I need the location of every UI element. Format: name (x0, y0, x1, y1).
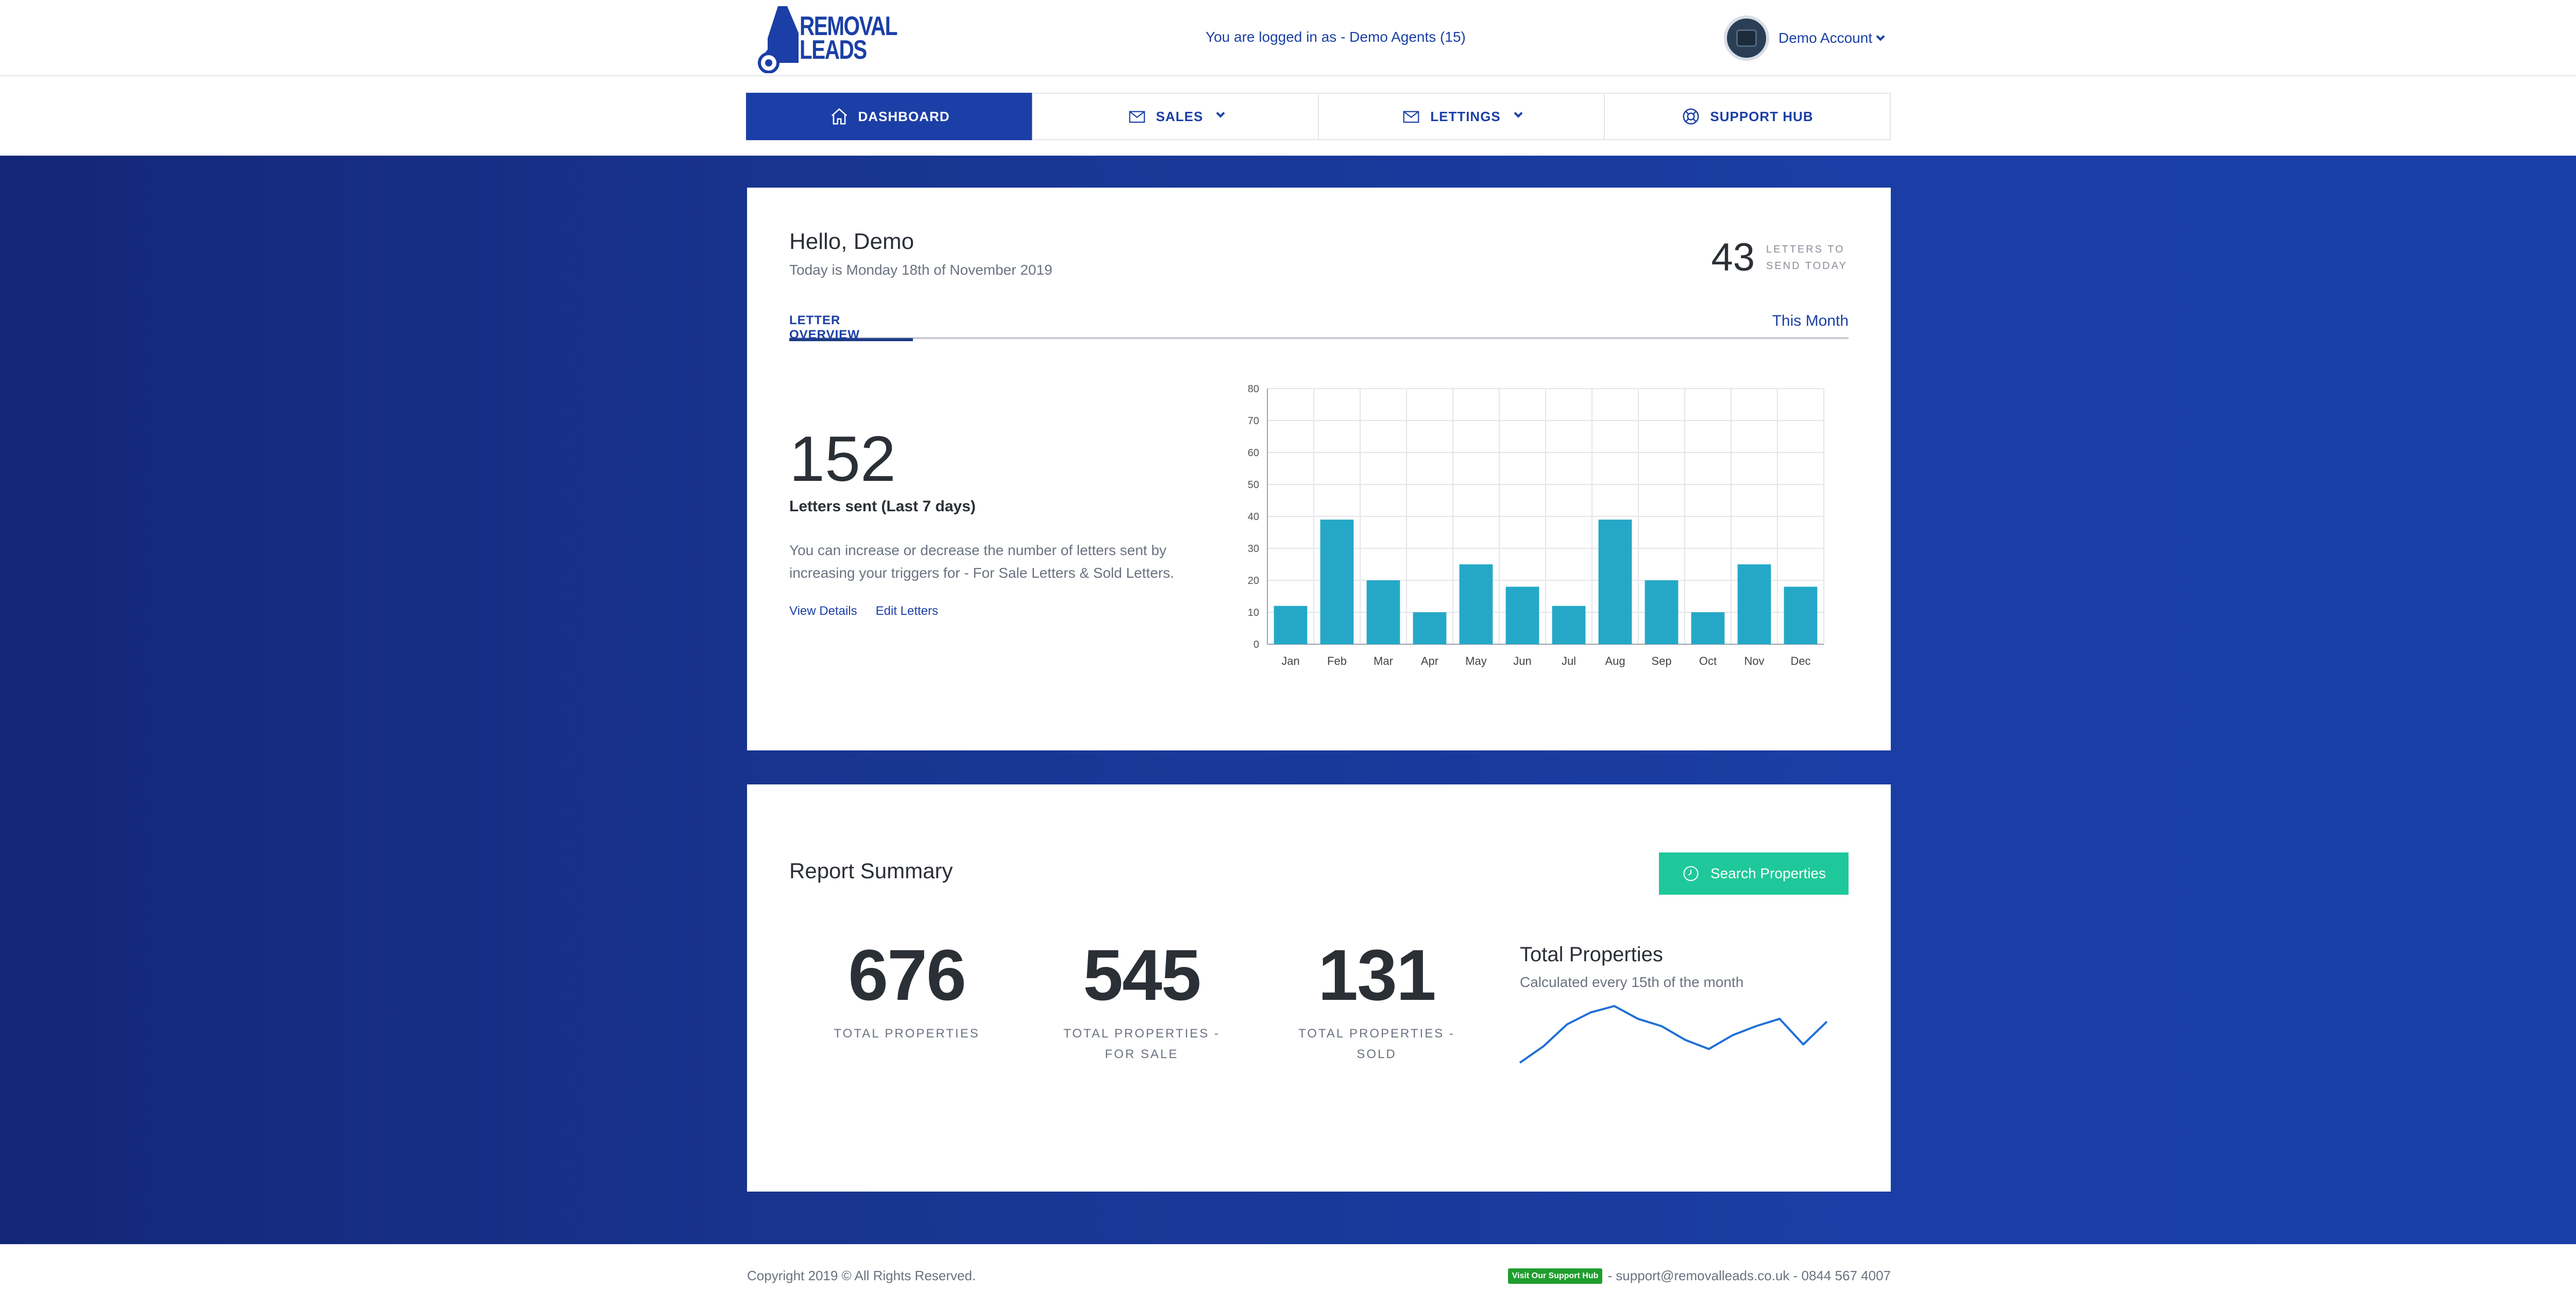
footer: Copyright 2019 © All Rights Reserved. Vi… (0, 1244, 2576, 1306)
x-tick-label: Jun (1513, 655, 1531, 667)
x-tick-label: Jan (1281, 655, 1299, 667)
chevron-down-icon (1514, 109, 1523, 118)
clock-icon (1683, 866, 1699, 881)
lifebuoy-icon (1683, 108, 1699, 125)
y-tick-label: 70 (1248, 415, 1259, 427)
x-tick-label: Oct (1699, 655, 1717, 667)
logo-line-2: LEADS (800, 35, 867, 65)
chevron-down-icon (1216, 109, 1225, 118)
stat-sold: 131 TOTAL PROPERTIES - SOLD (1294, 939, 1459, 1065)
y-tick-label: 0 (1253, 639, 1259, 650)
bar-sep (1645, 580, 1679, 644)
letters-today-count: 43 (1711, 236, 1755, 279)
overview-links: View Details Edit Letters (789, 604, 938, 618)
bar-feb (1320, 520, 1354, 644)
copyright: Copyright 2019 © All Rights Reserved. (747, 1268, 976, 1283)
sparkline-path (1519, 1005, 1828, 1064)
stat-value: 545 (1083, 934, 1201, 1015)
stat-value: 131 (1318, 934, 1436, 1015)
stat-label: TOTAL PROPERTIES (834, 1027, 980, 1041)
nav-support-hub[interactable]: SUPPORT HUB (1604, 93, 1891, 140)
footer-contact: Visit Our Support Hub - support@removall… (1507, 1268, 1891, 1284)
x-tick-label: Dec (1790, 655, 1810, 667)
x-tick-label: Feb (1327, 655, 1347, 667)
bar-may (1459, 564, 1493, 644)
report-title: Report Summary (789, 859, 953, 883)
nav-dashboard[interactable]: DASHBOARD (746, 93, 1033, 140)
home-icon (831, 108, 847, 125)
bar-jun (1505, 587, 1539, 644)
nav-lettings-label: LETTINGS (1430, 108, 1501, 124)
top-header: REMOVAL LEADS You are logged in as - Dem… (0, 0, 2576, 76)
greeting: Hello, Demo (789, 229, 914, 254)
bar-oct (1691, 612, 1725, 644)
stat-label: TOTAL PROPERTIES - FOR SALE (1063, 1027, 1220, 1061)
logged-in-status: You are logged in as - Demo Agents (15) (1206, 29, 1466, 45)
y-tick-label: 40 (1248, 511, 1259, 523)
y-tick-label: 60 (1248, 447, 1259, 459)
total-properties-subtitle: Calculated every 15th of the month (1520, 974, 1744, 990)
total-properties-title: Total Properties (1520, 943, 1663, 966)
x-tick-label: May (1465, 655, 1487, 667)
bar-jan (1274, 606, 1308, 644)
letters-today: 43 LETTERS TO SEND TODAY (1711, 235, 1849, 280)
letters-today-label: LETTERS TO SEND TODAY (1766, 243, 1848, 272)
avatar (1724, 15, 1769, 61)
edit-letters-link[interactable]: Edit Letters (876, 604, 938, 618)
y-tick-label: 10 (1248, 607, 1259, 618)
envelope-icon (1403, 111, 1419, 123)
bar-nov (1737, 564, 1771, 644)
bar-aug (1598, 520, 1632, 644)
main-nav: DASHBOARD SALES LETTINGS SUPPORT HUB (0, 77, 2576, 156)
nav-lettings[interactable]: LETTINGS (1318, 93, 1605, 140)
bar-dec (1784, 587, 1818, 644)
nav-sales[interactable]: SALES (1032, 93, 1319, 140)
period-selector[interactable]: This Month (1772, 312, 1849, 330)
view-details-link[interactable]: View Details (789, 604, 857, 618)
support-hub-badge[interactable]: Visit Our Support Hub (1507, 1268, 1603, 1284)
main-content: Hello, Demo Today is Monday 18th of Nove… (0, 156, 2576, 1244)
nav-sales-label: SALES (1156, 108, 1204, 124)
letters-description: You can increase or decrease the number … (789, 542, 1174, 581)
contact-text: - support@removalleads.co.uk - 0844 567 … (1607, 1268, 1891, 1283)
date-text: Today is Monday 18th of November 2019 (789, 262, 1053, 278)
account-menu[interactable]: Demo Account (1724, 15, 1885, 61)
search-properties-label: Search Properties (1710, 865, 1826, 881)
y-tick-label: 80 (1248, 383, 1259, 395)
x-tick-label: Nov (1744, 655, 1764, 667)
x-tick-label: Apr (1421, 655, 1438, 667)
total-properties-sparkline (1519, 1005, 1828, 1064)
y-tick-label: 20 (1248, 575, 1259, 587)
x-tick-label: Jul (1562, 655, 1576, 667)
y-tick-label: 30 (1248, 543, 1259, 555)
letters-sent-count: 152 (789, 424, 896, 495)
y-tick-label: 50 (1248, 479, 1259, 491)
letter-overview-card: Hello, Demo Today is Monday 18th of Nove… (747, 188, 1891, 750)
letters-sent-label: Letters sent (Last 7 days) (789, 498, 976, 515)
nav-support-hub-label: SUPPORT HUB (1710, 108, 1814, 124)
chevron-down-icon (1876, 32, 1885, 41)
bar-apr (1413, 612, 1447, 644)
stat-label: TOTAL PROPERTIES - SOLD (1298, 1027, 1455, 1061)
letters-bar-chart: 0 10 20 30 40 50 60 70 80 Jan Feb Mar Apr May Jun Jul Au… (1248, 383, 1824, 667)
logo-text: REMOVAL LEADS (800, 13, 897, 65)
x-tick-label: Mar (1374, 655, 1393, 667)
search-properties-button[interactable]: Search Properties (1659, 852, 1849, 895)
stat-value: 676 (848, 934, 967, 1015)
account-name: Demo Account (1778, 30, 1885, 46)
tab-letter-overview[interactable]: LETTER OVERVIEW (789, 313, 913, 342)
envelope-icon (1129, 111, 1145, 123)
x-tick-label: Sep (1651, 655, 1671, 667)
stat-total-properties: 676 TOTAL PROPERTIES (824, 939, 989, 1044)
report-summary-card: Report Summary Search Properties 676 TOT… (747, 784, 1891, 1192)
overview-tabs: LETTER OVERVIEW This Month (789, 312, 1849, 342)
bar-mar (1366, 580, 1400, 644)
stat-for-sale: 545 TOTAL PROPERTIES - FOR SALE (1059, 939, 1224, 1065)
x-tick-label: Aug (1605, 655, 1625, 667)
bar-jul (1552, 606, 1586, 644)
nav-dashboard-label: DASHBOARD (858, 108, 950, 124)
